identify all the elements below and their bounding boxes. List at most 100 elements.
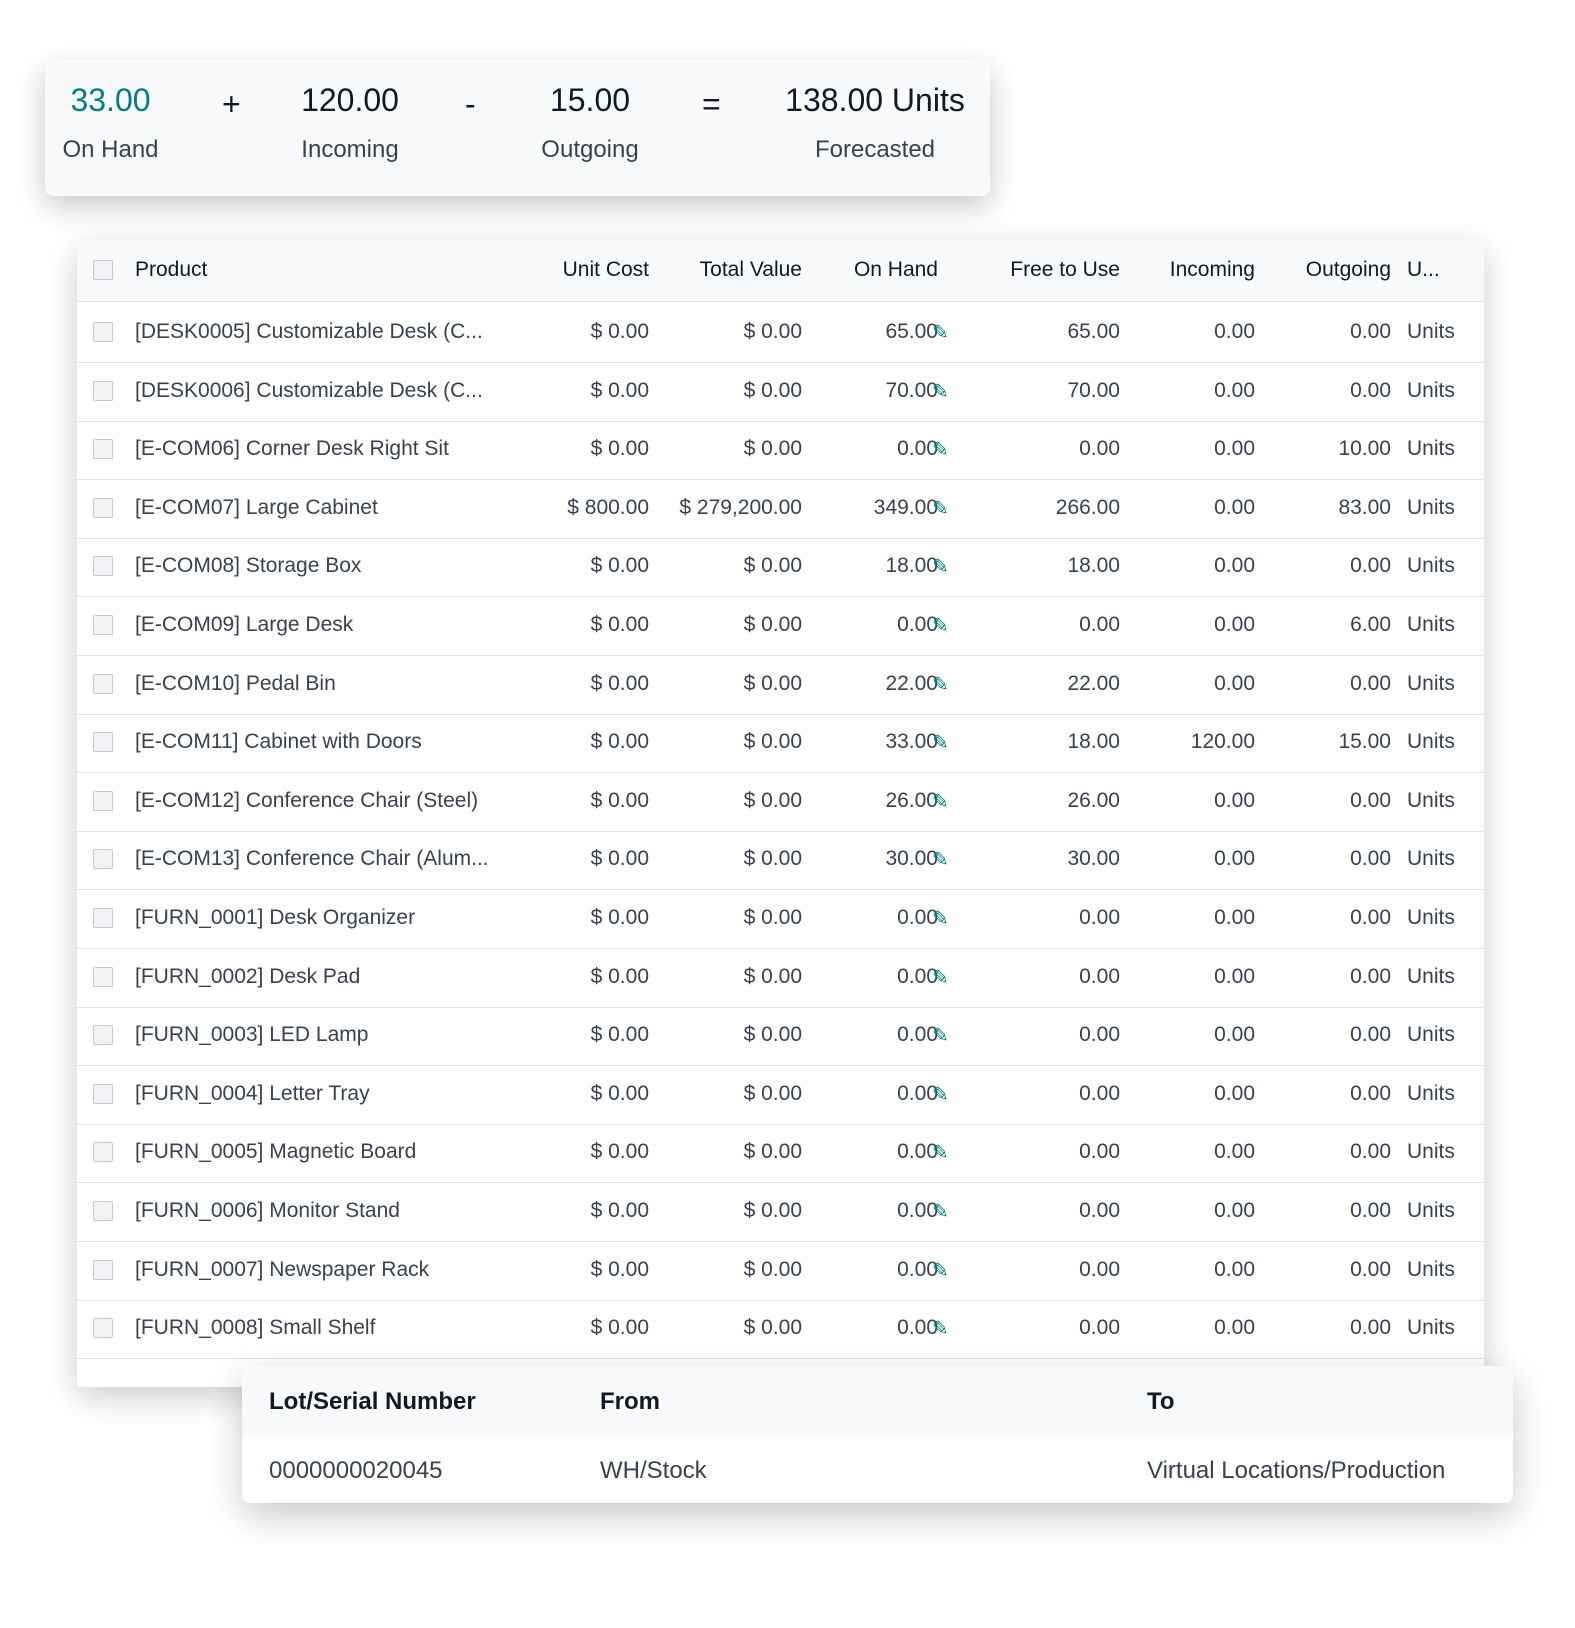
table-row[interactable]: [E-COM11] Cabinet with Doors $ 0.00 $ 0.00… (77, 712, 1484, 774)
row-checkbox[interactable] (93, 1201, 113, 1221)
cell-on-hand: 22.00 (885, 671, 938, 695)
edit-pencil-icon[interactable]: ✎ (932, 437, 949, 462)
cell-outgoing: 0.00 (1350, 554, 1391, 578)
cell-total-value: $ 0.00 (743, 378, 802, 402)
edit-pencil-icon[interactable]: ✎ (932, 1023, 949, 1048)
cell-product: [E-COM07] Large Cabinet (135, 495, 378, 519)
row-checkbox[interactable] (93, 966, 113, 987)
edit-pencil-icon[interactable]: ✎ (932, 730, 949, 755)
cell-unit-cost: $ 0.00 (590, 1140, 649, 1164)
edit-pencil-icon[interactable]: ✎ (932, 379, 949, 404)
cell-product: [FURN_0003] LED Lamp (135, 1023, 369, 1047)
cell-outgoing: 0.00 (1350, 1316, 1391, 1340)
table-row[interactable]: [E-COM12] Conference Chair (Steel) $ 0.00… (77, 771, 1484, 832)
row-checkbox[interactable] (93, 1025, 113, 1046)
header-incoming[interactable]: Incoming (1170, 258, 1255, 282)
cell-free-to-use: 0.00 (1079, 1316, 1120, 1340)
row-checkbox[interactable] (93, 1259, 113, 1280)
row-checkbox[interactable] (93, 497, 113, 518)
forecasted-label: Forecasted (814, 136, 936, 163)
edit-pencil-icon[interactable]: ✎ (932, 847, 949, 872)
row-checkbox[interactable] (93, 1318, 113, 1339)
table-row[interactable]: [E-COM13] Conference Chair (Alum... $ 0.0… (77, 829, 1484, 891)
cell-unit-cost: $ 0.00 (590, 613, 649, 636)
cell-incoming: 0.00 (1214, 671, 1255, 695)
header-product[interactable]: Product (135, 258, 207, 282)
row-checkbox[interactable] (93, 1142, 113, 1163)
to-location: Virtual Locations/Production (1147, 1457, 1446, 1484)
cell-total-value: $ 0.00 (743, 554, 802, 578)
from-header: From (600, 1388, 660, 1415)
edit-pencil-icon[interactable]: ✎ (932, 1140, 949, 1165)
table-row[interactable]: [FURN_0006] Monitor Stand $ 0.00 $ 0.00 0.0… (77, 1181, 1484, 1242)
row-checkbox[interactable] (93, 439, 113, 460)
table-row[interactable]: [FURN_0005] Magnetic Board $ 0.00 $ 0.00 0.… (77, 1122, 1484, 1184)
edit-pencil-icon[interactable]: ✎ (932, 613, 949, 638)
cell-unit-cost: $ 0.00 (590, 730, 649, 754)
edit-pencil-icon[interactable]: ✎ (932, 554, 949, 579)
cell-outgoing: 0.00 (1350, 1081, 1391, 1105)
cell-unit-cost: $ 0.00 (590, 788, 649, 812)
edit-pencil-icon[interactable]: ✎ (932, 906, 949, 931)
edit-pencil-icon[interactable]: ✎ (932, 1258, 949, 1283)
edit-pencil-icon[interactable]: ✎ (932, 1082, 949, 1107)
row-checkbox[interactable] (93, 849, 113, 870)
table-row[interactable]: [DESK0006] Customizable Desk (C... $ 0.00… (77, 361, 1484, 422)
table-row[interactable]: [DESK0005] Customizable Desk (C... $ 0.00… (77, 302, 1484, 363)
cell-free-to-use: 18.00 (1067, 554, 1120, 578)
row-checkbox[interactable] (93, 908, 113, 928)
table-row[interactable]: [FURN_0007] Newspaper Rack $ 0.00 $ 0.00 0.… (77, 1240, 1484, 1301)
cell-free-to-use: 26.00 (1067, 788, 1120, 812)
header-outgoing[interactable]: Outgoing (1306, 258, 1391, 282)
cell-product: [E-COM06] Corner Desk Right Sit (135, 437, 449, 461)
row-checkbox[interactable] (93, 615, 113, 635)
row-checkbox[interactable] (93, 380, 113, 401)
cell-total-value: $ 0.00 (743, 1140, 802, 1164)
edit-pencil-icon[interactable]: ✎ (932, 789, 949, 814)
cell-on-hand: 26.00 (885, 788, 938, 812)
header-total-value[interactable]: Total Value (700, 258, 802, 282)
cell-incoming: 0.00 (1214, 437, 1255, 461)
header-on-hand[interactable]: On Hand (854, 258, 938, 282)
edit-pencil-icon[interactable]: ✎ (932, 1199, 949, 1224)
edit-pencil-icon[interactable]: ✎ (932, 672, 949, 697)
table-row[interactable]: [FURN_0008] Small Shelf $ 0.00 $ 0.00 0.00 0… (77, 1298, 1484, 1360)
cell-outgoing: 0.00 (1350, 378, 1391, 402)
cell-total-value: $ 0.00 (743, 320, 802, 343)
row-checkbox[interactable] (93, 322, 113, 342)
cell-product: [DESK0006] Customizable Desk (C... (135, 378, 483, 402)
edit-pencil-icon[interactable]: ✎ (932, 320, 949, 345)
table-row[interactable]: [FURN_0002] Desk Pad $ 0.00 $ 0.00 0.00 0.00… (77, 947, 1484, 1008)
lot-row[interactable]: 0000000020045 WH/Stock Virtual Locations… (242, 1435, 1513, 1503)
cell-on-hand: 30.00 (885, 847, 938, 871)
table-row[interactable]: [FURN_0004] Letter Tray $ 0.00 $ 0.00 0.00 0… (77, 1064, 1484, 1125)
table-row[interactable]: [FURN_0001] Desk Organizer $ 0.00 $ 0.00 0.… (77, 888, 1484, 949)
select-all-checkbox[interactable] (93, 260, 113, 280)
table-row[interactable]: [E-COM09] Large Desk $ 0.00 $ 0.00 0.00 0.00… (77, 595, 1484, 656)
row-checkbox[interactable] (93, 673, 113, 694)
cell-incoming: 0.00 (1214, 613, 1255, 636)
edit-pencil-icon[interactable]: ✎ (932, 1316, 949, 1341)
row-checkbox[interactable] (93, 732, 113, 753)
header-free-to-use[interactable]: Free to Use (1010, 258, 1120, 282)
cell-uom: Units (1407, 1023, 1455, 1047)
edit-pencil-icon[interactable]: ✎ (932, 496, 949, 521)
header-unit-cost[interactable]: Unit Cost (563, 258, 649, 282)
cell-uom: Units (1407, 495, 1455, 519)
table-row[interactable]: [E-COM07] Large Cabinet $ 800.00 $ 279,200… (77, 478, 1484, 539)
header-uom[interactable]: U... (1407, 258, 1440, 282)
row-checkbox[interactable] (93, 1083, 113, 1104)
edit-pencil-icon[interactable]: ✎ (932, 965, 949, 990)
cell-outgoing: 0.00 (1350, 847, 1391, 871)
cell-outgoing: 0.00 (1350, 1023, 1391, 1047)
cell-product: [E-COM09] Large Desk (135, 613, 354, 636)
table-row[interactable]: [E-COM10] Pedal Bin $ 0.00 $ 0.00 22.00 22.0… (77, 654, 1484, 715)
table-row[interactable]: [E-COM06] Corner Desk Right Sit $ 0.00 $ 0… (77, 419, 1484, 481)
table-row[interactable]: [E-COM08] Storage Box $ 0.00 $ 0.00 18.00 18… (77, 536, 1484, 598)
table-row[interactable]: [FURN_0003] LED Lamp $ 0.00 $ 0.00 0.00 0.00… (77, 1005, 1484, 1067)
cell-incoming: 0.00 (1214, 495, 1255, 519)
row-checkbox[interactable] (93, 556, 113, 577)
row-checkbox[interactable] (93, 790, 113, 811)
cell-free-to-use: 65.00 (1067, 320, 1120, 343)
cell-uom: Units (1407, 1140, 1455, 1164)
